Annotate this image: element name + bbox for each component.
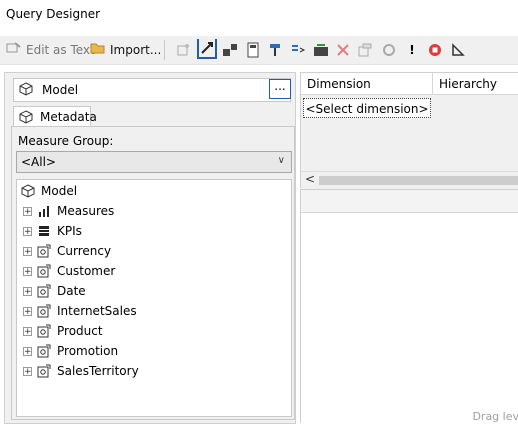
auto-execute-icon[interactable] (290, 42, 306, 58)
dimension-icon (37, 344, 51, 358)
tree-item[interactable]: + Date (23, 282, 86, 300)
tree-item[interactable]: + Currency (23, 242, 111, 260)
tab-metadata[interactable]: Metadata (13, 106, 97, 127)
drag-hint-text: Drag lev (472, 410, 518, 423)
tree-root[interactable]: Model (21, 182, 77, 200)
show-aggregations-icon[interactable] (313, 42, 329, 58)
measures-icon (37, 204, 51, 218)
tree-item-label: Promotion (57, 344, 119, 358)
tree-item[interactable]: + KPIs (23, 222, 82, 240)
expand-icon[interactable]: + (23, 246, 32, 256)
add-calculated-member-icon[interactable] (176, 42, 192, 58)
select-dimension-cell[interactable]: <Select dimension> (303, 98, 431, 118)
data-pane[interactable]: Drag lev (300, 189, 518, 423)
cube-structure-icon[interactable] (222, 42, 238, 58)
dimension-icon (37, 244, 51, 258)
data-pane-header (301, 190, 518, 213)
tab-metadata-label: Metadata (40, 110, 97, 124)
scroll-left-icon[interactable]: < (305, 172, 315, 186)
tree-item-label: KPIs (57, 224, 82, 238)
cube-icon (19, 110, 33, 127)
expand-icon[interactable]: + (23, 206, 32, 216)
edit-as-text-button[interactable]: Edit as Text (6, 41, 95, 58)
expand-icon[interactable]: + (23, 306, 32, 316)
tree-item[interactable]: + Product (23, 322, 103, 340)
calculator-icon[interactable] (245, 42, 261, 58)
dimension-icon (37, 364, 51, 378)
tree-item[interactable]: + InternetSales (23, 302, 137, 320)
chevron-down-icon: ∨ (277, 155, 285, 166)
import-button[interactable]: Import... (90, 41, 161, 58)
tree-item-label: SalesTerritory (57, 364, 139, 378)
cube-icon (21, 184, 35, 198)
folder-open-icon (90, 41, 106, 58)
cancel-query-icon[interactable] (427, 42, 443, 58)
metadata-tab-panel: Measure Group: <All> ∨ Model + Measures … (11, 126, 295, 420)
window-title: Query Designer (6, 7, 101, 21)
toolbar: Edit as Text Import... ! (0, 36, 518, 65)
edit-text-icon (6, 41, 22, 58)
cube-selector[interactable]: Model (13, 78, 291, 102)
measure-group-value: <All> (21, 155, 56, 169)
dimension-icon (37, 284, 51, 298)
tool-icon[interactable] (197, 39, 217, 59)
tree-root-label: Model (41, 184, 78, 198)
delete-icon[interactable] (335, 42, 351, 58)
browse-cube-button[interactable]: ... (269, 79, 291, 99)
measure-group-label: Measure Group: (18, 134, 114, 148)
expand-icon[interactable]: + (23, 266, 32, 276)
cube-icon (19, 82, 33, 99)
show-empty-cells-icon[interactable] (267, 42, 283, 58)
tree-item-label: Measures (57, 204, 115, 218)
filter-grid: Dimension Hierarchy <Select dimension> < (300, 72, 518, 189)
expand-icon[interactable]: + (23, 346, 32, 356)
import-label: Import... (110, 42, 162, 57)
kpi-icon (37, 224, 51, 238)
measure-group-select[interactable]: <All> ∨ (16, 151, 292, 173)
expand-icon[interactable]: + (23, 286, 32, 296)
horizontal-scrollbar[interactable]: < (301, 171, 518, 189)
design-mode-icon[interactable] (450, 42, 466, 58)
tree-item[interactable]: + Measures (23, 202, 114, 220)
refresh-icon[interactable] (381, 42, 397, 58)
tree-item-label: Product (57, 324, 103, 338)
expand-icon[interactable]: + (23, 226, 32, 236)
tree-item-label: InternetSales (57, 304, 137, 318)
dimension-icon (37, 324, 51, 338)
dimension-icon (37, 304, 51, 318)
tree-item-label: Currency (57, 244, 112, 258)
dimension-icon (37, 264, 51, 278)
column-header-hierarchy[interactable]: Hierarchy (433, 73, 518, 95)
query-parameters-icon[interactable] (357, 42, 373, 58)
scrollbar-thumb[interactable] (319, 176, 518, 185)
metadata-tree[interactable]: Model + Measures + KPIs + Currency + Cus… (16, 179, 292, 417)
expand-icon[interactable]: + (23, 366, 32, 376)
expand-icon[interactable]: + (23, 326, 32, 336)
edit-as-text-label: Edit as Text (26, 42, 95, 57)
metadata-panel: Model ... Metadata Measure Group: <All> … (4, 72, 296, 424)
cube-name: Model (42, 83, 79, 97)
tree-item-label: Customer (57, 264, 116, 278)
toolbar-separator (164, 40, 165, 60)
tree-item-label: Date (57, 284, 86, 298)
run-query-button[interactable]: ! (404, 42, 420, 58)
tree-item[interactable]: + Promotion (23, 342, 118, 360)
tree-item[interactable]: + Customer (23, 262, 115, 280)
column-header-dimension[interactable]: Dimension (301, 73, 433, 95)
tree-item[interactable]: + SalesTerritory (23, 362, 139, 380)
